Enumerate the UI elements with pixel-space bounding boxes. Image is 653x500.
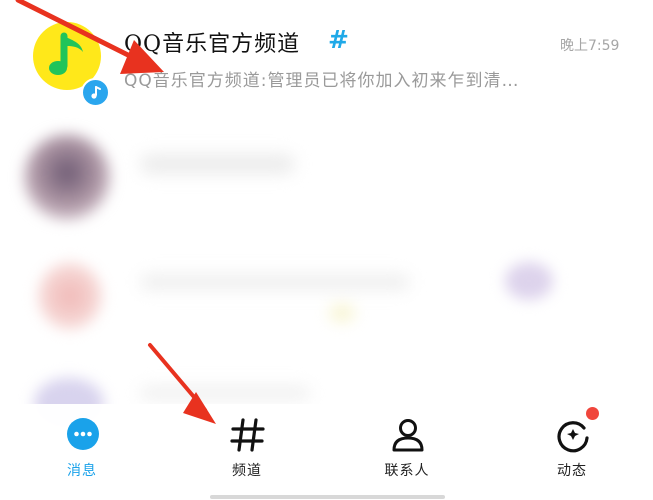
blurred-text	[140, 386, 310, 400]
tab-feed-label: 动态	[557, 463, 587, 479]
hash-icon	[230, 418, 265, 452]
qq-message-screen: QQ音乐官方频道 # 晚上7:59 QQ音乐官方频道:管理员已将你加入初来乍到清…	[0, 0, 653, 500]
conversation-preview: QQ音乐官方频道:管理员已将你加入初来乍到清…	[124, 71, 520, 91]
blurred-badge	[505, 262, 553, 300]
channel-hash-icon: #	[328, 25, 349, 54]
star-refresh-icon	[557, 421, 589, 453]
bottom-tab-bar: 消息 频道 联系人 动态	[0, 404, 653, 500]
avatar	[38, 262, 102, 330]
blurred-emoji	[330, 306, 354, 320]
tab-channels[interactable]: 频道	[187, 404, 307, 494]
person-icon	[392, 419, 424, 452]
tab-contacts-label: 联系人	[384, 463, 430, 479]
blurred-text	[140, 154, 295, 174]
tab-feed[interactable]: 动态	[512, 404, 632, 494]
conversation-row-blurred[interactable]	[0, 120, 653, 220]
home-indicator	[210, 495, 445, 499]
tab-messages-label: 消息	[67, 463, 97, 479]
conversation-row-qq-music[interactable]: QQ音乐官方频道 # 晚上7:59 QQ音乐官方频道:管理员已将你加入初来乍到清…	[0, 0, 653, 107]
tab-messages[interactable]: 消息	[22, 404, 142, 494]
blurred-text	[140, 274, 410, 290]
conversation-title: QQ音乐官方频道	[124, 32, 301, 57]
tab-channels-label: 频道	[232, 463, 262, 479]
conversation-time: 晚上7:59	[560, 38, 620, 54]
conversation-row-blurred[interactable]	[0, 240, 653, 340]
notification-dot	[586, 407, 599, 420]
tab-contacts[interactable]: 联系人	[347, 404, 467, 494]
avatar	[24, 134, 110, 220]
chat-bubble-icon	[67, 418, 99, 450]
channel-music-badge-icon	[81, 78, 110, 107]
